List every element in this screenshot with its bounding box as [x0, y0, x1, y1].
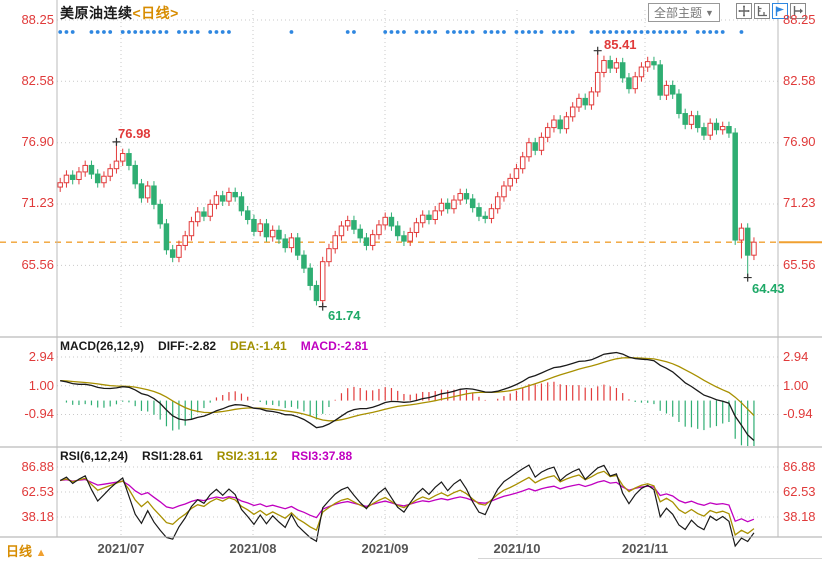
macd-dea-value: DEA:-1.41: [230, 339, 287, 353]
macd-label-row: MACD(26,12,9) DIFF:-2.82 DEA:-1.41 MACD:…: [60, 339, 368, 353]
macd-title: MACD(26,12,9): [60, 339, 144, 353]
axis-tick: 71.23: [2, 195, 54, 211]
axis-tick: 65.56: [2, 257, 54, 273]
crosshair-pan-icon[interactable]: [736, 3, 752, 19]
axis-tick: 2.94: [2, 349, 54, 365]
date-tick: 2021/11: [615, 541, 675, 556]
date-tick: 2021/09: [355, 541, 415, 556]
symbol-name: 美原油连续: [60, 5, 133, 21]
axis-tick: -0.94: [783, 406, 822, 422]
axis-tick: 86.88: [783, 459, 822, 475]
rsi2-value: RSI2:31.12: [217, 449, 278, 463]
axis-tick: 86.88: [2, 459, 54, 475]
theme-dropdown-label: 全部主题: [654, 4, 702, 21]
page-title: 美原油连续<日线>: [60, 3, 179, 23]
date-tick: 2021/07: [91, 541, 151, 556]
rsi1-value: RSI1:28.61: [142, 449, 203, 463]
axis-tick: 71.23: [783, 195, 822, 211]
rsi-title: RSI(6,12,24): [60, 449, 128, 463]
axis-tick: 1.00: [783, 378, 822, 394]
axis-tick: 65.56: [783, 257, 822, 273]
axis-tick: 82.58: [783, 73, 822, 89]
peak-annotation: 85.41: [604, 37, 637, 52]
axis-tick: 88.25: [2, 12, 54, 28]
period-selector-label: 日线: [6, 544, 32, 559]
chart-canvas[interactable]: [0, 0, 822, 561]
low-annotation: 64.43: [752, 281, 785, 296]
triangle-up-icon: ▲: [36, 547, 47, 559]
axis-tick: 62.53: [2, 484, 54, 500]
period-badge: <日线>: [133, 5, 179, 21]
axis-tick: 76.90: [2, 134, 54, 150]
axis-tick: -0.94: [2, 406, 54, 422]
period-selector[interactable]: 日线 ▲: [6, 541, 47, 560]
axis-tick: 62.53: [783, 484, 822, 500]
axis-tick: 88.25: [783, 12, 822, 28]
axis-tick: 76.90: [783, 134, 822, 150]
low-annotation: 61.74: [328, 308, 361, 323]
axis-tick: 38.18: [2, 509, 54, 525]
macd-macd-value: MACD:-2.81: [301, 339, 368, 353]
axis-tick: 2.94: [783, 349, 822, 365]
trading-chart-window: 美原油连续<日线> 全部主题 ▼ 88.25 82.58 76.90 71.23…: [0, 0, 822, 561]
rsi3-value: RSI3:37.88: [291, 449, 352, 463]
date-tick: 2021/08: [223, 541, 283, 556]
high-annotation: 76.98: [118, 126, 151, 141]
axis-tick: 38.18: [783, 509, 822, 525]
axis-tick: 82.58: [2, 73, 54, 89]
axis-tick: 1.00: [2, 378, 54, 394]
rsi-label-row: RSI(6,12,24) RSI1:28.61 RSI2:31.12 RSI3:…: [60, 449, 352, 463]
macd-diff-value: DIFF:-2.82: [158, 339, 216, 353]
date-tick: 2021/10: [487, 541, 547, 556]
theme-dropdown[interactable]: 全部主题 ▼: [648, 3, 720, 22]
chevron-down-icon: ▼: [705, 8, 714, 18]
axis-scale-icon[interactable]: [754, 3, 770, 19]
